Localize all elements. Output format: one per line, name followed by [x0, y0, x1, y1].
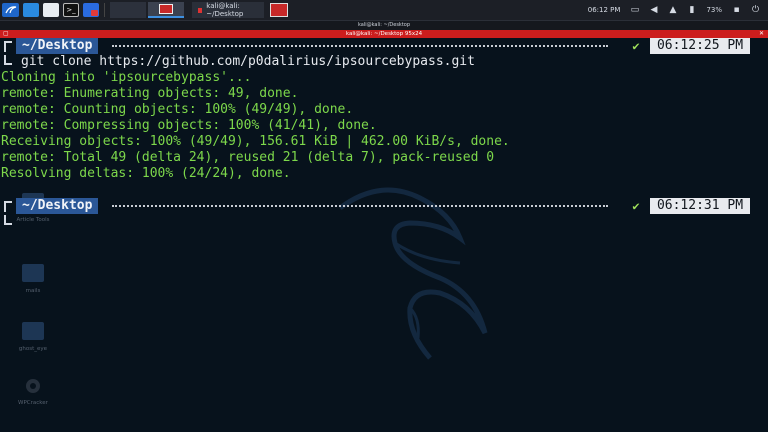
workspace-2[interactable]	[148, 2, 184, 18]
top-panel: >_ kali@kali: ~/Desktop 06:12 PM ▭ ◀ ▲ ▮…	[0, 0, 768, 21]
terminal-area[interactable]: Article Tools mails ghost_eye WPCracker …	[0, 38, 768, 432]
prompt-line-2: ~/Desktop ✔ 06:12:31 PM	[0, 198, 768, 215]
output-line: remote: Counting objects: 100% (49/49), …	[1, 102, 354, 117]
output-line: remote: Enumerating objects: 49, done.	[1, 86, 299, 101]
prompt-line-1: ~/Desktop ✔ 06:12:25 PM	[0, 38, 768, 55]
kali-menu-icon[interactable]	[2, 3, 19, 17]
prompt-corner	[4, 41, 12, 52]
workspace-1[interactable]	[110, 2, 146, 18]
prompt-directory: ~/Desktop	[16, 38, 99, 54]
output-line: Receiving objects: 100% (49/49), 156.61 …	[1, 134, 510, 149]
prompt-corner-bottom	[4, 55, 12, 65]
desktop-icon-label: Article Tools	[16, 217, 50, 223]
folder-icon	[22, 264, 44, 282]
prompt-filler	[112, 45, 608, 47]
output-line: remote: Total 49 (delta 24), reused 21 (…	[1, 150, 495, 165]
close-icon[interactable]: ✕	[759, 30, 764, 38]
monitor-icon[interactable]: ▭	[630, 5, 640, 15]
desktop-icon-label: mails	[25, 288, 41, 294]
prompt-time: 06:12:31 PM	[650, 198, 750, 214]
check-icon: ✔	[632, 39, 640, 53]
prompt-filler	[112, 205, 608, 207]
desktop-icon-label: WPCracker	[18, 400, 48, 406]
launcher: >_	[0, 0, 99, 20]
prompt-time: 06:12:25 PM	[650, 38, 750, 54]
panel-separator	[104, 3, 105, 17]
lock-icon[interactable]: ▪	[732, 5, 741, 15]
files-blue-icon[interactable]	[23, 3, 39, 17]
desktop-icon-label: ghost_eye	[18, 346, 48, 352]
terminal-title: kali@kali: ~/Desktop 95x24	[345, 31, 423, 37]
window-menu-icon[interactable]: ▢	[3, 30, 9, 38]
output-line: remote: Compressing objects: 100% (41/41…	[1, 118, 377, 133]
window-title: kali@kali: ~/Desktop	[357, 22, 411, 28]
task-label: kali@kali: ~/Desktop	[206, 2, 244, 18]
terminal-task-icon	[198, 7, 203, 13]
desktop-icon-wpcracker[interactable]: WPCracker	[16, 376, 50, 406]
terminal-icon[interactable]: >_	[63, 3, 79, 17]
window-title-bar[interactable]: kali@kali: ~/Desktop	[0, 21, 768, 30]
check-icon: ✔	[632, 199, 640, 213]
gear-icon	[22, 376, 44, 394]
workspace-window-thumb	[159, 4, 173, 14]
command-line[interactable]: git clone https://github.com/p0dalirius/…	[21, 54, 475, 70]
desktop-icon-mails[interactable]: mails	[16, 264, 50, 294]
power-icon[interactable]: ⏻	[751, 5, 760, 15]
output-line: Resolving deltas: 100% (24/24), done.	[1, 166, 291, 181]
prompt-corner-bottom	[4, 215, 12, 225]
battery-icon[interactable]: ▮	[687, 5, 696, 15]
system-tray: 06:12 PM ▭ ◀ ▲ ▮ 73% ▪ ⏻	[588, 5, 768, 15]
taskbar-terminal-button[interactable]: kali@kali: ~/Desktop	[192, 2, 264, 18]
desktop-icon-ghost-eye[interactable]: ghost_eye	[16, 322, 50, 352]
browser-icon[interactable]	[83, 3, 99, 17]
notification-bell-icon[interactable]: ▲	[668, 5, 677, 15]
terminal-title-bar[interactable]: ▢ kali@kali: ~/Desktop 95x24 ✕	[0, 30, 768, 38]
taskbar-window-thumb[interactable]	[270, 3, 288, 17]
folder-icon	[22, 322, 44, 340]
volume-icon[interactable]: ◀	[649, 5, 658, 15]
clock[interactable]: 06:12 PM	[588, 6, 621, 14]
output-line: Cloning into 'ipsourcebypass'...	[1, 70, 252, 85]
prompt-directory: ~/Desktop	[16, 198, 99, 214]
battery-percent: 73%	[706, 6, 722, 14]
prompt-corner	[4, 201, 12, 212]
folder-white-icon[interactable]	[43, 3, 59, 17]
